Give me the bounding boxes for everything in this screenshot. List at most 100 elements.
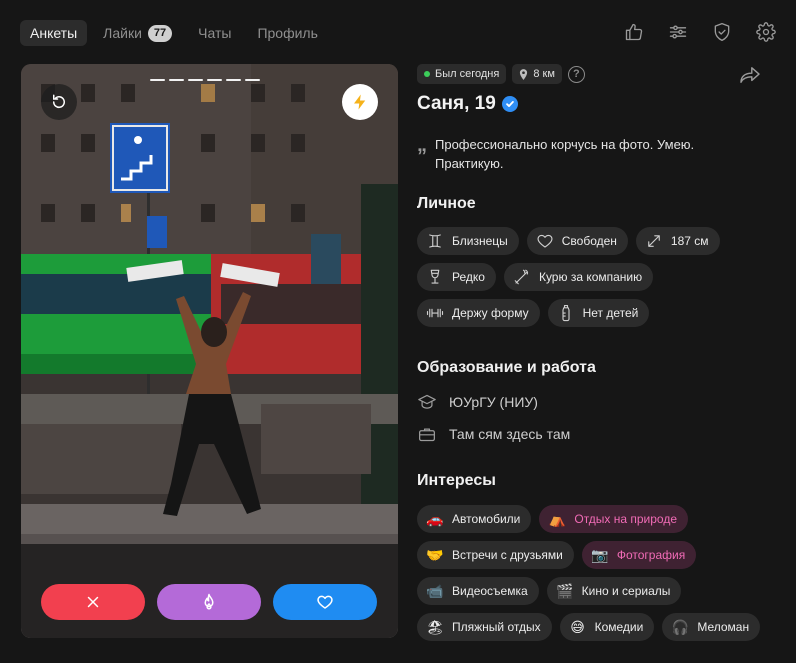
profile-meta: Был сегодня 8 км ? bbox=[417, 64, 779, 84]
drinking-chip: Редко bbox=[417, 263, 496, 291]
tab-profiles-label: Анкеты bbox=[30, 25, 78, 41]
story-segment bbox=[188, 79, 203, 81]
profile-bio: „ Профессионально корчусь на фото. Умею.… bbox=[417, 135, 779, 173]
story-segment bbox=[245, 79, 260, 81]
top-actions bbox=[622, 19, 778, 45]
tab-profile[interactable]: Профиль bbox=[247, 20, 327, 46]
gemini-icon bbox=[429, 234, 441, 248]
interest-chip: 📹 Видеосъемка bbox=[417, 577, 539, 605]
interest-chip-highlighted: 📷 Фотография bbox=[581, 541, 697, 569]
interests-chips: 🚗 Автомобили ⛺ Отдых на природе 🤝 Встречи с… bbox=[417, 505, 762, 641]
profile-name: Саня, 19 bbox=[417, 93, 496, 114]
interest-label: Меломан bbox=[697, 620, 750, 634]
profile-photo[interactable] bbox=[21, 64, 398, 638]
height-label: 187 см bbox=[670, 234, 709, 248]
gear-icon[interactable] bbox=[754, 19, 778, 45]
close-icon bbox=[87, 596, 99, 608]
interest-chip: 🏖 Пляжный отдых bbox=[417, 613, 552, 641]
online-dot-icon bbox=[424, 71, 430, 77]
interest-label: Встречи с друзьями bbox=[452, 548, 563, 562]
zodiac-chip: Близнецы bbox=[417, 227, 519, 255]
interest-label: Видеосъемка bbox=[452, 584, 528, 598]
beach-icon: 🏖 bbox=[426, 618, 444, 635]
name-row: Саня, 19 bbox=[417, 93, 779, 115]
dumbbell-icon bbox=[426, 308, 444, 318]
fire-icon bbox=[204, 593, 214, 610]
likes-count-badge: 77 bbox=[147, 24, 173, 42]
tab-chats-label: Чаты bbox=[198, 25, 232, 41]
filters-icon[interactable] bbox=[666, 19, 690, 45]
swipe-actions bbox=[41, 584, 377, 620]
undo-button[interactable] bbox=[41, 84, 77, 120]
location-pin-icon bbox=[520, 68, 528, 80]
distance-badge: 8 км bbox=[512, 64, 562, 84]
relationship-chip: Свободен bbox=[526, 227, 628, 255]
profile-info: Был сегодня 8 км ? Саня, 19 „ Профессион… bbox=[417, 64, 779, 641]
fitness-chip: Держу форму bbox=[417, 299, 540, 327]
height-chip: 187 см bbox=[635, 227, 720, 255]
dislike-button[interactable] bbox=[41, 584, 145, 620]
share-button[interactable] bbox=[739, 66, 761, 89]
quote-icon: „ bbox=[417, 134, 427, 156]
tab-bar: Анкеты Лайки 77 Чаты Профиль bbox=[20, 20, 328, 46]
story-progress bbox=[150, 79, 260, 81]
interest-chip: 🎬 Кино и сериалы bbox=[546, 577, 682, 605]
interest-label: Комедии bbox=[594, 620, 644, 634]
smoking-label: Курю за компанию bbox=[538, 270, 643, 284]
tent-icon: ⛺ bbox=[548, 510, 567, 527]
interest-label: Автомобили bbox=[452, 512, 521, 526]
video-camera-icon: 📹 bbox=[426, 582, 444, 599]
work-row: Там сям здесь там bbox=[417, 424, 779, 444]
grinning-face-icon: 😅 bbox=[570, 618, 585, 635]
zodiac-label: Близнецы bbox=[452, 234, 508, 248]
tab-profile-label: Профиль bbox=[257, 25, 318, 41]
story-segment bbox=[207, 79, 222, 81]
interest-chip-highlighted: ⛺ Отдых на природе bbox=[539, 505, 689, 533]
graduation-cap-icon bbox=[418, 394, 436, 409]
online-status-badge: Был сегодня bbox=[417, 64, 507, 84]
thumb-up-icon[interactable] bbox=[622, 19, 646, 45]
heart-icon bbox=[317, 595, 333, 609]
heart-outline-icon bbox=[537, 234, 553, 248]
personal-chips: Близнецы Свободен 187 см Редко Курю за к… bbox=[417, 227, 757, 327]
story-segment bbox=[150, 79, 165, 81]
education-section-title: Образование и работа bbox=[417, 359, 596, 376]
briefcase-icon bbox=[419, 428, 435, 442]
car-icon: 🚗 bbox=[426, 510, 444, 527]
interest-chip: 😅 Комедии bbox=[559, 613, 655, 641]
lightning-icon bbox=[354, 94, 366, 110]
cigarette-icon bbox=[514, 269, 529, 285]
personal-section-title: Личное bbox=[417, 195, 476, 212]
interest-label: Отдых на природе bbox=[574, 512, 678, 526]
interest-label: Кино и сериалы bbox=[581, 584, 671, 598]
smoking-chip: Курю за компанию bbox=[503, 263, 654, 291]
baby-bottle-icon bbox=[562, 304, 570, 322]
superlike-button[interactable] bbox=[157, 584, 261, 620]
tab-profiles[interactable]: Анкеты bbox=[20, 20, 88, 46]
story-segment bbox=[169, 79, 184, 81]
handshake-icon: 🤝 bbox=[426, 546, 444, 563]
verified-badge-icon bbox=[501, 96, 518, 112]
camera-icon: 📷 bbox=[591, 546, 609, 563]
share-arrow-icon bbox=[740, 67, 760, 83]
tab-chats[interactable]: Чаты bbox=[188, 20, 241, 46]
work-text: Там сям здесь там bbox=[449, 426, 571, 442]
shield-check-icon[interactable] bbox=[710, 19, 734, 45]
tab-likes-label: Лайки bbox=[103, 25, 142, 41]
like-button[interactable] bbox=[273, 584, 377, 620]
photo-scene bbox=[21, 64, 398, 638]
interest-chip: 🎧 Меломан bbox=[662, 613, 761, 641]
education-row: ЮУрГУ (НИУ) bbox=[417, 392, 779, 412]
wine-glass-icon bbox=[430, 269, 440, 284]
drinking-label: Редко bbox=[452, 270, 485, 284]
children-label: Нет детей bbox=[582, 306, 639, 320]
boost-button[interactable] bbox=[342, 84, 378, 120]
distance-text: 8 км bbox=[533, 68, 555, 80]
bio-text: Профессионально корчусь на фото. Умею. П… bbox=[435, 137, 695, 171]
height-icon bbox=[648, 235, 660, 247]
last-seen-text: Был сегодня bbox=[435, 68, 500, 80]
children-chip: Нет детей bbox=[547, 299, 650, 327]
tab-likes[interactable]: Лайки 77 bbox=[93, 20, 182, 46]
education-text: ЮУрГУ (НИУ) bbox=[449, 394, 538, 410]
help-icon[interactable]: ? bbox=[567, 65, 585, 83]
